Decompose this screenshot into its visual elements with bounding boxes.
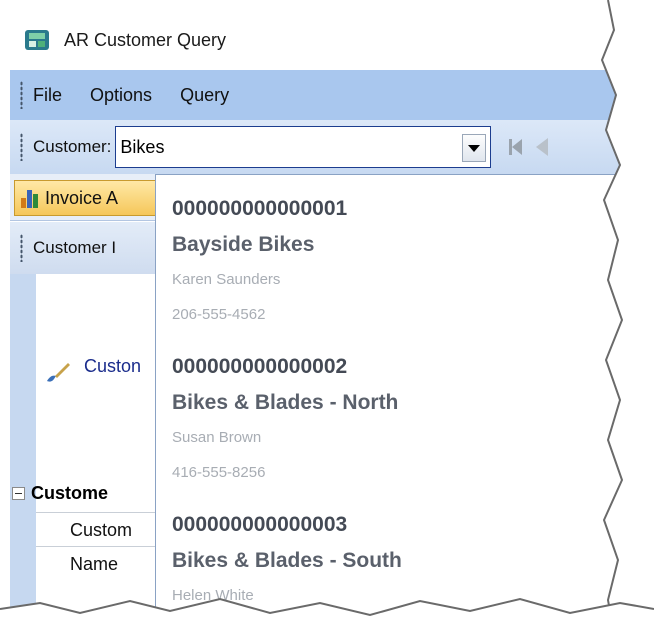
customer-dropdown-list: 000000000000001 Bayside Bikes Karen Saun…	[155, 174, 654, 633]
menu-query[interactable]: Query	[180, 85, 229, 106]
dropdown-arrow-icon	[468, 144, 481, 152]
left-gutter	[10, 274, 36, 633]
torn-edge-bottom	[0, 597, 654, 633]
menu-bar: File Options Query	[10, 70, 654, 120]
app-icon	[25, 30, 49, 50]
nav-prev-icon[interactable]	[536, 138, 549, 156]
brush-icon	[47, 363, 70, 382]
menu-file[interactable]: File	[33, 85, 62, 106]
section-label: Customer I	[33, 238, 117, 257]
combobox-dropdown-button[interactable]	[462, 134, 487, 162]
property-row-label: Name	[70, 553, 119, 574]
dropdown-item-name: Bayside Bikes	[172, 233, 315, 256]
toolbar-grip-handle[interactable]	[20, 133, 23, 161]
dropdown-item-id: 000000000000003	[172, 513, 348, 536]
group-header-label: Custome	[31, 482, 109, 503]
dropdown-item-id: 000000000000001	[172, 197, 348, 220]
dropdown-item-name: Bikes & Blades - North	[172, 391, 399, 414]
dropdown-item-contact: Susan Brown	[172, 429, 262, 446]
section-grip-handle[interactable]	[20, 234, 23, 262]
window-title: AR Customer Query	[64, 29, 227, 50]
collapse-icon[interactable]	[12, 486, 25, 500]
dropdown-item-name: Bikes & Blades - South	[172, 549, 402, 572]
menu-grip-handle[interactable]	[20, 81, 23, 109]
nav-first-icon[interactable]	[509, 139, 523, 155]
dropdown-item-id: 000000000000002	[172, 355, 348, 378]
customer-search-input[interactable]	[116, 130, 453, 164]
dropdown-item-phone: 206-555-4562	[172, 306, 266, 323]
dropdown-item[interactable]: 000000000000002 Bikes & Blades - North S…	[172, 355, 398, 481]
dropdown-item-contact: Karen Saunders	[172, 271, 281, 288]
tab-invoice-label: Invoice A	[45, 187, 119, 208]
dropdown-item-phone: 416-555-8256	[172, 464, 266, 481]
title-bar: AR Customer Query	[10, 10, 654, 70]
toolbar: Customer:	[10, 120, 654, 174]
property-row-label: Custom	[70, 519, 133, 540]
customer-label: Customer:	[33, 137, 112, 156]
app-window: AR Customer Query File Options Query Cus…	[0, 0, 654, 633]
torn-edge-right	[600, 0, 654, 633]
customer-combobox[interactable]	[115, 126, 492, 168]
dropdown-item[interactable]: 000000000000001 Bayside Bikes Karen Saun…	[172, 197, 347, 323]
chart-icon	[21, 188, 39, 208]
customer-field-link[interactable]: Custon	[84, 356, 141, 377]
menu-options[interactable]: Options	[90, 85, 152, 106]
